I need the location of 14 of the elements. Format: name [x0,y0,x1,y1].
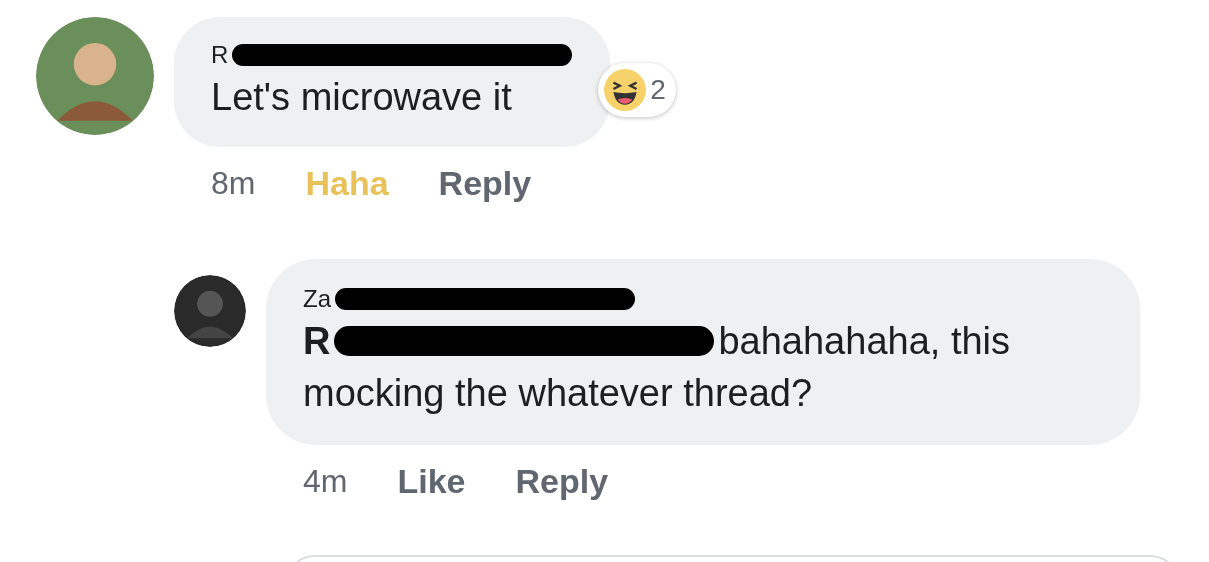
mention-link[interactable]: R [303,320,331,362]
avatar[interactable] [174,275,246,347]
author-name[interactable]: R [211,39,229,71]
reply-link[interactable]: Reply [515,461,609,501]
reply-link[interactable]: Reply [438,163,532,203]
comment-text: Let's microwave it [211,75,513,120]
comment-text: R bahahahaha, this mocking the whatever thread? [303,319,1012,416]
timestamp: 8m [211,164,256,202]
reaction-count: 2 [650,74,666,106]
laughing-emoji-icon [604,69,647,111]
author-name[interactable]: Za [303,283,331,315]
reaction-link[interactable]: Like [397,461,466,501]
timestamp: 4m [303,462,348,500]
reaction-badge[interactable]: 2 [598,63,676,117]
